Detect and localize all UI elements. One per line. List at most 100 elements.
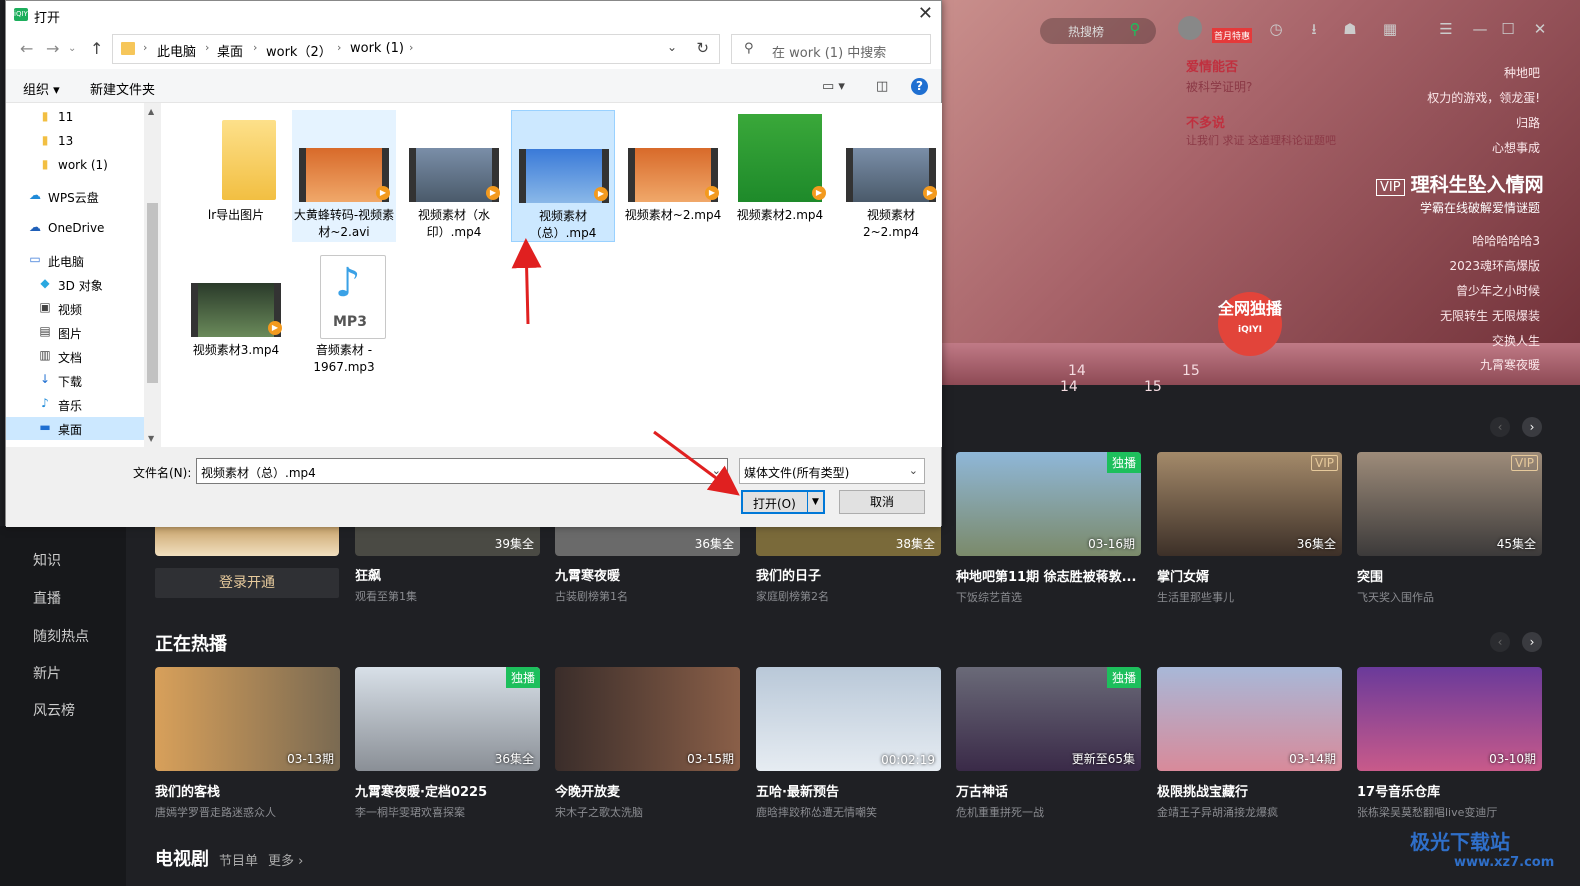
video-card[interactable]: 独播 03-16期 种地吧第11期 徐志胜被蒋敦... 下饭综艺首选 <box>956 452 1141 605</box>
featured-title[interactable]: VIP 理科生坠入情网 <box>1376 170 1544 197</box>
more-link[interactable]: 更多 › <box>268 854 303 869</box>
rec-item[interactable]: 无限转生 无限爆装 <box>1440 307 1540 324</box>
avatar[interactable] <box>1178 16 1202 40</box>
open-button[interactable]: 打开(O) ▼ <box>741 490 825 514</box>
filetype-select[interactable]: 媒体文件(所有类型) ⌄ <box>739 458 925 484</box>
organize-button[interactable]: 组织 ▾ <box>23 79 60 98</box>
tree-item[interactable]: ▮ work (1) <box>6 154 144 177</box>
up-arrow-icon[interactable]: ↑ <box>90 39 103 58</box>
rec-item[interactable]: 2023魂环高爆版 <box>1449 257 1540 274</box>
recent-dropdown-icon[interactable]: ⌄ <box>68 43 76 54</box>
tree-item[interactable]: ▮ 11 <box>6 106 144 129</box>
file-item[interactable]: ▶ 视频素材（水印）.mp4 <box>402 110 506 242</box>
tree-item[interactable]: ▭ 此电脑 <box>6 249 144 272</box>
dialog-titlebar[interactable]: iQIYI 打开 ✕ <box>6 1 941 29</box>
video-card[interactable]: VIP 36集全 掌门女婿 生活里那些事儿 <box>1157 452 1342 605</box>
breadcrumb-item[interactable]: 此电脑 <box>157 41 196 60</box>
nav-item-knowledge[interactable]: 知识 <box>33 550 61 570</box>
tree-item[interactable]: ▮ 13 <box>6 130 144 153</box>
download-icon[interactable]: ⭳ <box>1304 20 1324 38</box>
video-card[interactable]: VIP 45集全 突围 飞天奖入围作品 <box>1357 452 1542 605</box>
video-card[interactable]: 独播 更新至65集 万古神话 危机重重拼死一战 <box>956 667 1141 820</box>
tree-item[interactable]: ♪ 音乐 <box>6 393 144 416</box>
rec-item[interactable]: 哈哈哈哈哈3 <box>1472 232 1540 249</box>
next-arrow-button[interactable]: › <box>1522 417 1542 437</box>
prev-arrow-button[interactable]: ‹ <box>1490 417 1510 437</box>
help-icon[interactable]: ? <box>911 78 928 95</box>
back-arrow-icon[interactable]: ← <box>20 39 33 58</box>
game-icon[interactable]: ☗ <box>1340 20 1360 38</box>
tree-item[interactable]: ☁ OneDrive <box>6 217 144 240</box>
navigation-scrollbar[interactable]: ▲ ▼ <box>144 103 161 447</box>
tree-item[interactable]: ▣ 视频 <box>6 297 144 320</box>
chevron-down-icon[interactable]: ⌄ <box>667 40 677 54</box>
rec-item[interactable]: 归路 <box>1516 114 1540 131</box>
file-item[interactable]: ▶ 视频素材2.mp4 <box>728 110 832 242</box>
file-item[interactable]: lr导出图片 <box>184 110 288 242</box>
address-bar[interactable]: › 此电脑 › 桌面 › work（2） › work (1) › ⌄ ↻ <box>112 34 720 64</box>
preview-pane-icon[interactable]: ◫ <box>876 79 888 94</box>
tree-item[interactable]: ◆ 3D 对象 <box>6 273 144 296</box>
chevron-down-icon[interactable]: ⌄ <box>712 464 721 477</box>
rec-item[interactable]: 心想事成 <box>1492 139 1540 156</box>
nav-item-live[interactable]: 直播 <box>33 588 61 608</box>
schedule-link[interactable]: 节目单 <box>219 854 258 869</box>
video-card[interactable]: 00:02:19 五哈·最新预告 鹿晗摔跤称怂遭无情嘲笑 <box>756 667 941 820</box>
rec-item[interactable]: 曾少年之小时候 <box>1456 282 1540 299</box>
video-card-caption[interactable]: 狂飙 观看至第1集 <box>355 565 417 604</box>
filename-input[interactable]: 视频素材（总）.mp4 ⌄ <box>196 458 728 484</box>
tree-item[interactable]: ▥ 文档 <box>6 345 144 368</box>
file-item[interactable]: ▶ 视频素材~2.mp4 <box>621 110 725 242</box>
file-item[interactable]: ▶ 大黄蜂转码-视频素材~2.avi <box>292 110 396 242</box>
search-input[interactable]: ⚲ 在 work (1) 中搜索 <box>731 34 931 64</box>
breadcrumb-item[interactable]: 桌面 <box>217 41 243 60</box>
video-card-thumb[interactable]: 36集全 <box>555 526 740 556</box>
rec-item[interactable]: 交换人生 <box>1492 332 1540 349</box>
scrollbar-thumb[interactable] <box>147 203 158 383</box>
prev-arrow-button[interactable]: ‹ <box>1490 632 1510 652</box>
video-card-caption[interactable]: 九霄寒夜暖 古装剧榜第1名 <box>555 565 628 604</box>
scroll-up-icon[interactable]: ▲ <box>148 107 154 116</box>
apps-grid-icon[interactable]: ▦ <box>1380 20 1400 38</box>
nav-item-new[interactable]: 新片 <box>33 663 61 683</box>
open-dropdown-icon[interactable]: ▼ <box>807 492 823 512</box>
cancel-button[interactable]: 取消 <box>839 490 925 514</box>
maximize-icon[interactable]: ☐ <box>1498 20 1518 38</box>
file-item[interactable]: ▶ 视频素材3.mp4 <box>184 247 288 357</box>
rec-item[interactable]: 权力的游戏，领龙蛋! <box>1427 89 1540 106</box>
nav-item-hot[interactable]: 随刻热点 <box>33 626 89 646</box>
video-card-caption[interactable]: 我们的日子 家庭剧榜第2名 <box>756 565 829 604</box>
minimize-icon[interactable]: — <box>1470 20 1490 38</box>
tree-item[interactable]: ☁ WPS云盘 <box>6 185 144 208</box>
dialog-close-icon[interactable]: ✕ <box>918 3 933 24</box>
tree-item[interactable]: ↓ 下载 <box>6 369 144 392</box>
nav-item-ranking[interactable]: 风云榜 <box>33 700 75 720</box>
close-icon[interactable]: ✕ <box>1530 20 1550 38</box>
video-card[interactable]: 03-10期 17号音乐仓库 张栋梁吴莫愁翻唱live变迪厅 <box>1357 667 1542 820</box>
scroll-down-icon[interactable]: ▼ <box>148 434 154 443</box>
video-card[interactable]: 03-13期 我们的客栈 唐嫣学罗晋走路迷惑众人 <box>155 667 340 820</box>
video-card-thumb[interactable]: 39集全 <box>355 526 540 556</box>
file-item[interactable]: ♪ MP3 音频素材 - 1967.mp3 <box>292 247 396 377</box>
vip-promo-badge[interactable]: 首月特惠 <box>1212 28 1253 43</box>
tree-item[interactable]: ▬ 桌面 <box>6 417 144 440</box>
refresh-icon[interactable]: ↻ <box>696 39 709 57</box>
view-options-icon[interactable]: ▭ ▾ <box>822 79 845 94</box>
file-item[interactable]: ▶ 视频素材2~2.mp4 <box>839 110 943 242</box>
promo-card[interactable] <box>155 526 339 556</box>
search-icon[interactable]: ⚲ <box>1125 20 1145 38</box>
rec-item[interactable]: 九霄寒夜暖 <box>1480 356 1540 373</box>
video-card[interactable]: 独播 36集全 九霄寒夜暖·定档0225 李一桐毕雯珺欢喜探案 <box>355 667 540 820</box>
forward-arrow-icon[interactable]: → <box>46 39 59 58</box>
menu-icon[interactable]: ☰ <box>1436 20 1456 38</box>
tree-item[interactable]: ▤ 图片 <box>6 321 144 344</box>
history-icon[interactable]: ◷ <box>1266 20 1286 38</box>
new-folder-button[interactable]: 新建文件夹 <box>90 79 155 98</box>
breadcrumb-item[interactable]: work（2） <box>266 41 332 60</box>
rec-item[interactable]: 种地吧 <box>1504 64 1540 81</box>
login-button[interactable]: 登录开通 <box>155 568 339 598</box>
video-card-thumb[interactable]: 38集全 <box>756 526 941 556</box>
breadcrumb-item[interactable]: work (1) <box>350 41 404 56</box>
file-item-selected[interactable]: ▶ 视频素材（总）.mp4 <box>511 110 615 242</box>
video-card[interactable]: 03-15期 今晚开放麦 宋木子之歌太洗脑 <box>555 667 740 820</box>
